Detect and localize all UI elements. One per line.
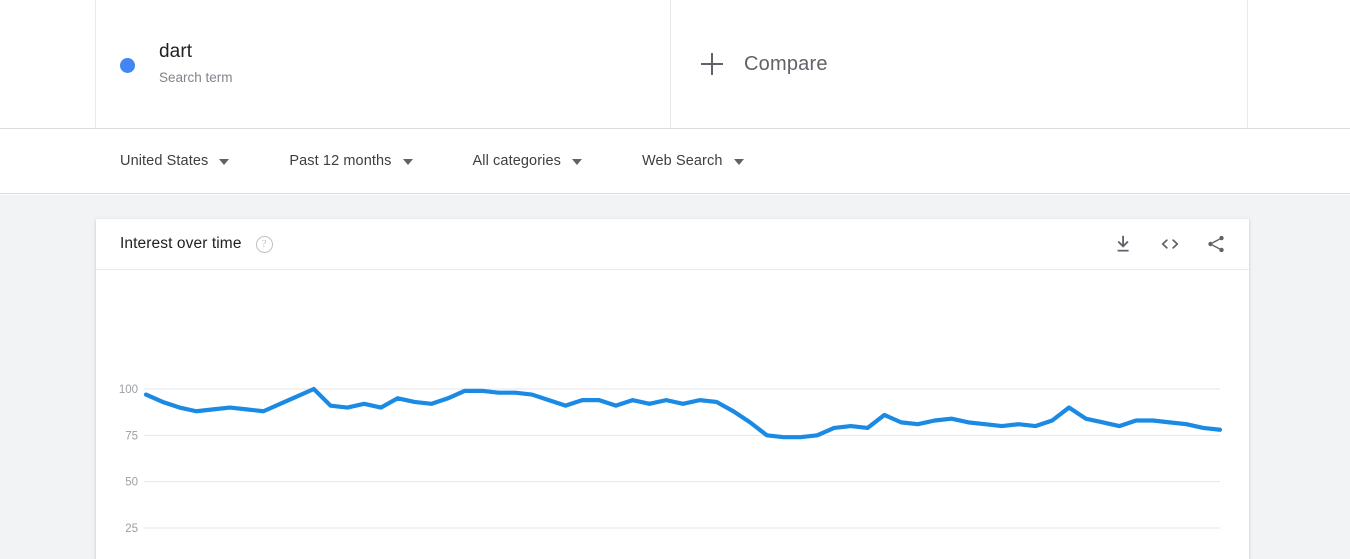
search-term-card[interactable]: dart Search term	[96, 0, 671, 128]
page-body: Interest over time ? 25507510011 Aug	[0, 195, 1350, 559]
card-title: Interest over time	[120, 235, 242, 252]
chart-svg: 25507510011 Aug 20191 Dec 201922 Mar 202…	[119, 384, 1223, 535]
filter-search-type[interactable]: Web Search	[642, 129, 744, 193]
header-left-gutter	[0, 0, 96, 128]
compare-label: Compare	[744, 52, 828, 75]
download-icon[interactable]	[1113, 233, 1135, 255]
embed-code-icon[interactable]	[1159, 233, 1181, 255]
search-term-header: dart Search term Compare	[0, 0, 1350, 129]
search-term-subtitle: Search term	[159, 70, 233, 85]
search-term-label: dart	[159, 41, 193, 62]
filter-time-range[interactable]: Past 12 months	[289, 129, 413, 193]
chevron-down-icon	[571, 159, 582, 165]
filter-bar: United States Past 12 months All categor…	[0, 129, 1350, 194]
card-header: Interest over time ?	[96, 219, 1249, 270]
header-right-gutter	[1248, 0, 1350, 128]
filter-location[interactable]: United States	[120, 129, 230, 193]
y-axis-tick-label: 25	[125, 523, 138, 535]
share-icon[interactable]	[1205, 233, 1227, 255]
filter-search-type-label: Web Search	[641, 153, 723, 169]
interest-over-time-chart[interactable]: 25507510011 Aug 20191 Dec 201922 Mar 202…	[96, 270, 1249, 559]
series-color-dot-icon	[120, 57, 135, 73]
filter-category[interactable]: All categories	[473, 129, 582, 193]
card-actions	[1113, 233, 1227, 255]
interest-over-time-card: Interest over time ? 25507510011 Aug	[96, 219, 1249, 559]
filter-time-range-label: Past 12 months	[289, 153, 392, 169]
chevron-down-icon	[733, 159, 744, 165]
y-axis-tick-label: 100	[119, 384, 138, 396]
plus-icon	[701, 53, 723, 75]
filter-category-label: All categories	[472, 153, 561, 169]
filter-location-label: United States	[120, 153, 209, 169]
chevron-down-icon	[402, 159, 413, 165]
y-axis-tick-label: 50	[125, 477, 138, 489]
search-term-texts: dart Search term	[159, 40, 233, 88]
y-axis-tick-label: 75	[125, 430, 138, 442]
compare-button[interactable]: Compare	[671, 0, 1248, 128]
help-icon[interactable]: ?	[255, 235, 273, 253]
chevron-down-icon	[219, 159, 230, 165]
google-trends-page: dart Search term Compare United States P…	[0, 0, 1350, 559]
chart-line-series	[143, 386, 1223, 440]
